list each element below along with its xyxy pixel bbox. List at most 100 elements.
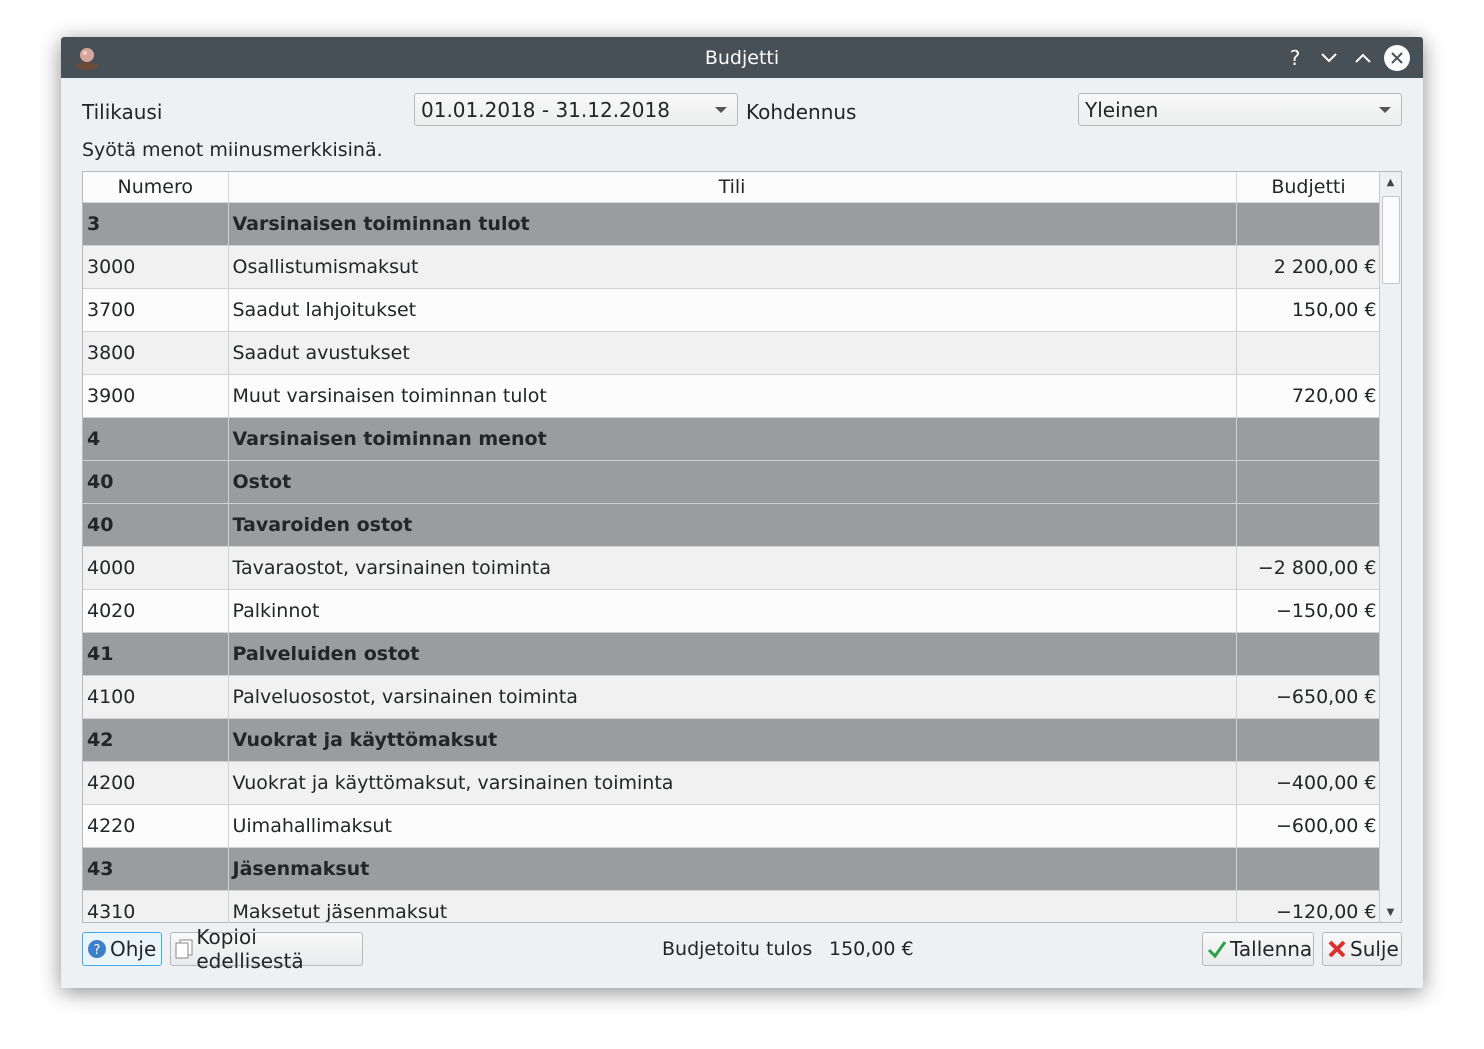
budjetti-cell[interactable] [1236, 632, 1382, 676]
budjetti-cell[interactable] [1236, 202, 1382, 246]
budjetti-cell[interactable]: −150,00 € [1236, 589, 1382, 633]
budget-table: Numero Tili Budjetti 3 Varsinaisen toimin… [82, 171, 1402, 923]
numero-cell: 3900 [83, 374, 229, 418]
budjetoitu-tulos-value: 150,00 € [829, 938, 914, 960]
copy-document-icon [175, 939, 193, 959]
close-icon[interactable] [1384, 45, 1410, 71]
close-x-icon [1327, 939, 1347, 959]
titlebar[interactable]: Budjetti ? [61, 37, 1423, 78]
scrollbar-handle[interactable] [1382, 196, 1400, 284]
table-row[interactable]: 4020 Palkinnot −150,00 € [83, 589, 1382, 633]
kopioi-label: Kopioi edellisestä [196, 925, 304, 973]
column-header-tili[interactable]: Tili [228, 172, 1237, 203]
numero-cell: 40 [83, 503, 229, 547]
tili-cell: Saadut avustukset [228, 331, 1237, 375]
numero-cell: 3800 [83, 331, 229, 375]
budjetti-cell[interactable]: −650,00 € [1236, 675, 1382, 719]
table-row[interactable]: 4000 Tavaraostot, varsinainen toiminta −2 … [83, 546, 1382, 590]
tili-cell: Ostot [228, 460, 1237, 504]
window-title: Budjetti [704, 47, 780, 69]
table-row[interactable]: 3800 Saadut avustukset [83, 331, 1382, 375]
table-row[interactable]: 4100 Palveluosostot, varsinainen toiminta… [83, 675, 1382, 719]
scroll-down-icon[interactable]: ▼ [1380, 902, 1401, 922]
maximize-icon[interactable] [1349, 44, 1377, 72]
help-icon[interactable]: ? [1281, 44, 1309, 72]
tilikausi-value: 01.01.2018 - 31.12.2018 [421, 98, 670, 122]
tallenna-button[interactable]: Tallenna [1202, 932, 1314, 966]
tili-cell: Varsinaisen toiminnan menot [228, 417, 1237, 461]
kohdennus-label: Kohdennus [746, 100, 857, 124]
tili-cell: Palkinnot [228, 589, 1237, 633]
tili-cell: Osallistumismaksut [228, 245, 1237, 289]
tili-cell: Vuokrat ja käyttömaksut [228, 718, 1237, 762]
budget-dialog: Budjetti ? Tilikausi 01.01.2018 - 31.12.… [61, 37, 1423, 988]
budjetti-cell[interactable]: −600,00 € [1236, 804, 1382, 848]
budjetti-cell[interactable] [1236, 718, 1382, 762]
tili-cell: Tavaroiden ostot [228, 503, 1237, 547]
scroll-up-icon[interactable]: ▲ [1380, 172, 1401, 192]
svg-text:?: ? [94, 943, 101, 958]
budjetti-cell[interactable]: 150,00 € [1236, 288, 1382, 332]
budjetti-cell[interactable]: 2 200,00 € [1236, 245, 1382, 289]
table-row[interactable]: 4 Varsinaisen toiminnan menot [83, 417, 1382, 461]
column-header-budjetti[interactable]: Budjetti [1236, 172, 1382, 203]
tili-cell: Muut varsinaisen toiminnan tulot [228, 374, 1237, 418]
budjetti-cell[interactable] [1236, 503, 1382, 547]
chevron-down-icon [715, 107, 727, 113]
tili-cell: Maksetut jäsenmaksut [228, 890, 1237, 922]
tilikausi-label: Tilikausi [82, 100, 163, 124]
table-row[interactable]: 3 Varsinaisen toiminnan tulot [83, 202, 1382, 246]
hint-text: Syötä menot miinusmerkkisinä. [82, 139, 383, 161]
kohdennus-select[interactable]: Yleinen [1078, 93, 1402, 126]
budjetti-cell[interactable] [1236, 460, 1382, 504]
ohje-label: Ohje [110, 937, 157, 961]
numero-cell: 4000 [83, 546, 229, 590]
table-row[interactable]: 4200 Vuokrat ja käyttömaksut, varsinainen… [83, 761, 1382, 805]
tili-cell: Vuokrat ja käyttömaksut, varsinainen toi… [228, 761, 1237, 805]
column-header-numero[interactable]: Numero [83, 172, 229, 203]
numero-cell: 4 [83, 417, 229, 461]
minimize-icon[interactable] [1315, 44, 1343, 72]
tilikausi-select[interactable]: 01.01.2018 - 31.12.2018 [414, 93, 738, 126]
tili-cell: Palveluiden ostot [228, 632, 1237, 676]
table-row[interactable]: 3900 Muut varsinaisen toiminnan tulot 720,… [83, 374, 1382, 418]
table-row[interactable]: 42 Vuokrat ja käyttömaksut [83, 718, 1382, 762]
budjetti-cell[interactable]: 720,00 € [1236, 374, 1382, 418]
tili-cell: Tavaraostot, varsinainen toiminta [228, 546, 1237, 590]
checkmark-icon [1207, 939, 1227, 959]
chevron-down-icon [1379, 107, 1391, 113]
table-row[interactable]: 40 Tavaroiden ostot [83, 503, 1382, 547]
vertical-scrollbar[interactable]: ▲ ▼ [1379, 172, 1401, 922]
table-row[interactable]: 3700 Saadut lahjoitukset 150,00 € [83, 288, 1382, 332]
kopioi-edellisesta-button[interactable]: Kopioi edellisestä [170, 925, 363, 973]
table-row[interactable]: 4220 Uimahallimaksut −600,00 € [83, 804, 1382, 848]
table-row[interactable]: 3000 Osallistumismaksut 2 200,00 € [83, 245, 1382, 289]
table-row[interactable]: 40 Ostot [83, 460, 1382, 504]
tallenna-label: Tallenna [1230, 937, 1313, 961]
help-circle-icon: ? [87, 939, 107, 959]
budjetti-cell[interactable]: −120,00 € [1236, 890, 1382, 922]
numero-cell: 3000 [83, 245, 229, 289]
numero-cell: 43 [83, 847, 229, 891]
numero-cell: 42 [83, 718, 229, 762]
budjetoitu-tulos-label: Budjetoitu tulos [662, 938, 813, 960]
kohdennus-value: Yleinen [1085, 98, 1159, 122]
ohje-button[interactable]: ? Ohje [82, 932, 162, 966]
sulje-button[interactable]: Sulje [1322, 932, 1402, 966]
budjetti-cell[interactable] [1236, 847, 1382, 891]
table-row[interactable]: 41 Palveluiden ostot [83, 632, 1382, 676]
budjetti-cell[interactable] [1236, 331, 1382, 375]
table-row[interactable]: 43 Jäsenmaksut [83, 847, 1382, 891]
budjetti-cell[interactable] [1236, 417, 1382, 461]
numero-cell: 3700 [83, 288, 229, 332]
budjetti-cell[interactable]: −2 800,00 € [1236, 546, 1382, 590]
tili-cell: Palveluosostot, varsinainen toiminta [228, 675, 1237, 719]
numero-cell: 3 [83, 202, 229, 246]
sulje-label: Sulje [1350, 937, 1399, 961]
numero-cell: 4220 [83, 804, 229, 848]
tili-cell: Uimahallimaksut [228, 804, 1237, 848]
table-row[interactable]: 4310 Maksetut jäsenmaksut −120,00 € [83, 890, 1382, 922]
tili-cell: Varsinaisen toiminnan tulot [228, 202, 1237, 246]
numero-cell: 4310 [83, 890, 229, 922]
budjetti-cell[interactable]: −400,00 € [1236, 761, 1382, 805]
